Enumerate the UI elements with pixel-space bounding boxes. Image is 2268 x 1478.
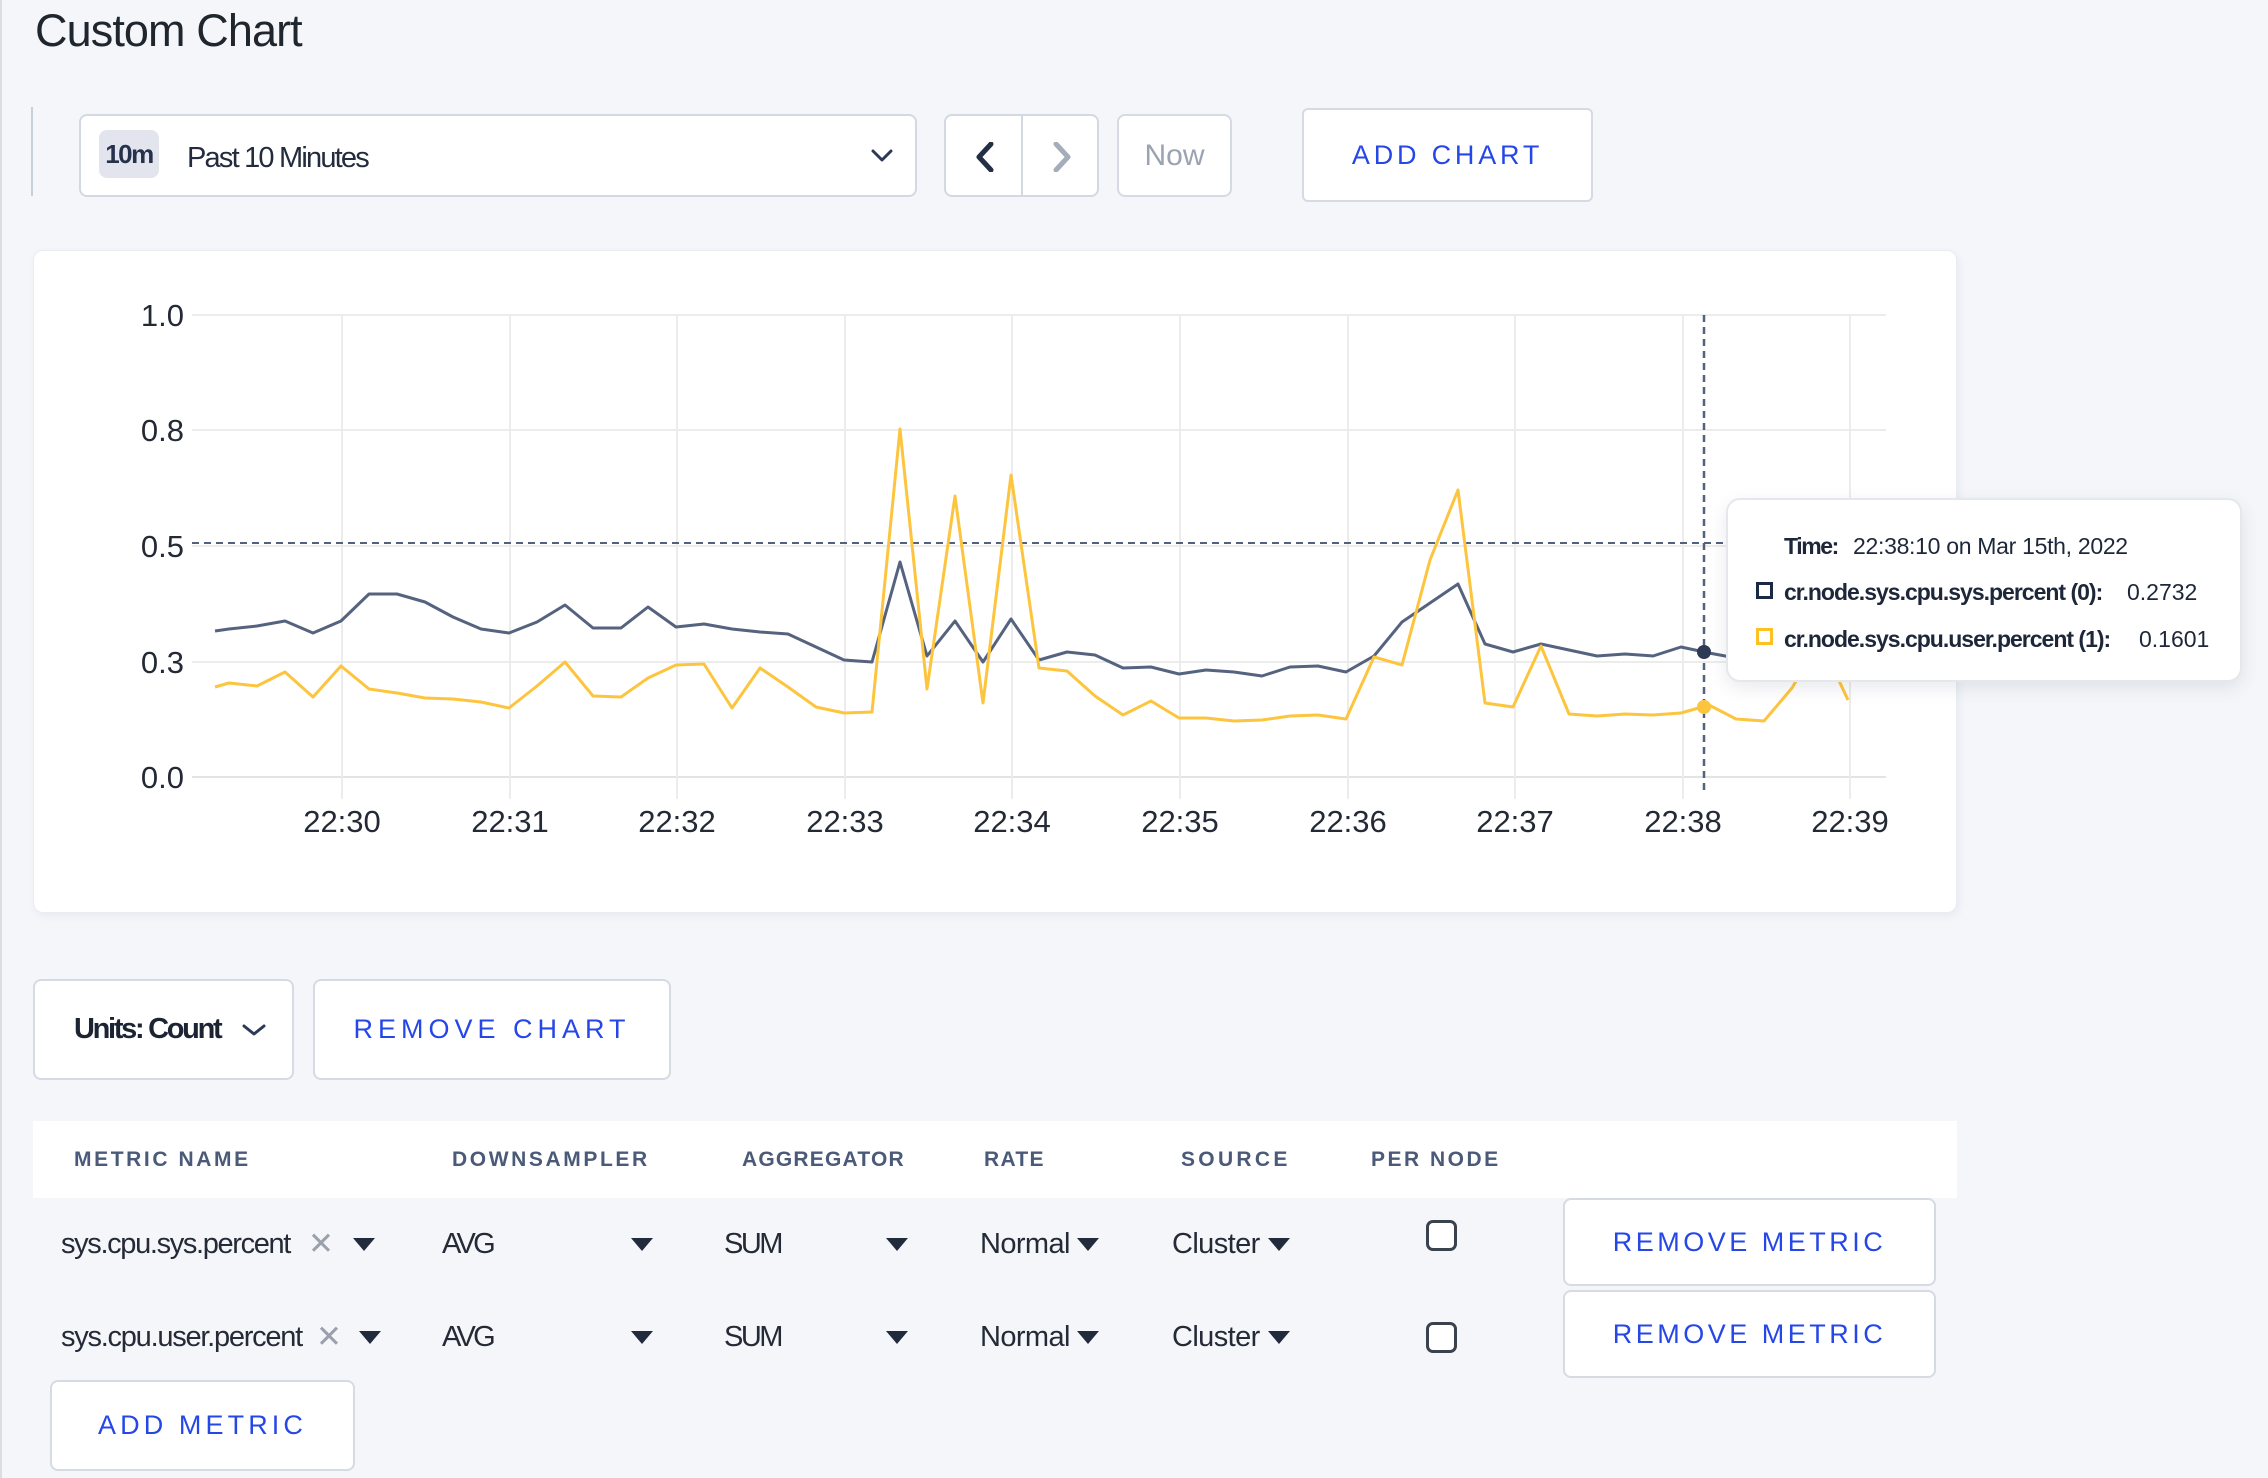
svg-text:22:34: 22:34: [973, 804, 1051, 839]
svg-text:22:38: 22:38: [1644, 804, 1722, 839]
svg-text:22:35: 22:35: [1141, 804, 1219, 839]
svg-text:0.0: 0.0: [141, 760, 184, 795]
svg-text:22:39: 22:39: [1811, 804, 1889, 839]
svg-text:0.8: 0.8: [141, 413, 184, 448]
svg-text:22:32: 22:32: [638, 804, 716, 839]
svg-text:0.3: 0.3: [141, 645, 184, 680]
svg-text:22:36: 22:36: [1309, 804, 1387, 839]
svg-text:0.5: 0.5: [141, 529, 184, 564]
svg-text:22:37: 22:37: [1476, 804, 1554, 839]
svg-text:22:33: 22:33: [806, 804, 884, 839]
svg-text:22:31: 22:31: [471, 804, 549, 839]
svg-text:1.0: 1.0: [141, 298, 184, 333]
svg-text:22:30: 22:30: [303, 804, 381, 839]
